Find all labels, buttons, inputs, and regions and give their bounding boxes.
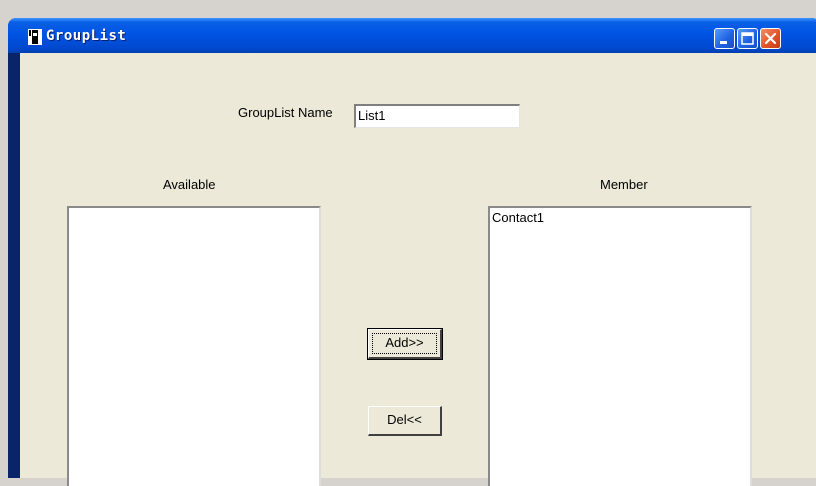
- title-bar[interactable]: GroupList: [8, 18, 816, 53]
- maximize-button[interactable]: [737, 28, 758, 49]
- grouplist-name-label: GroupList Name: [238, 105, 333, 120]
- member-label: Member: [600, 177, 648, 192]
- app-icon: [28, 29, 42, 45]
- dialog-body: GroupList Name List1 Available Member Co…: [20, 53, 816, 486]
- minimize-icon: [720, 41, 727, 44]
- available-label: Available: [163, 177, 216, 192]
- window-title: GroupList: [46, 28, 127, 44]
- grouplist-name-input[interactable]: List1: [354, 104, 520, 128]
- maximize-icon: [741, 32, 754, 45]
- list-item[interactable]: Contact1: [490, 208, 750, 227]
- available-list[interactable]: [67, 206, 321, 486]
- del-button[interactable]: Del<<: [368, 406, 442, 436]
- del-button-label: Del<<: [387, 412, 422, 427]
- member-list[interactable]: Contact1: [488, 206, 752, 486]
- add-button-label: Add>>: [385, 335, 424, 350]
- minimize-button[interactable]: [714, 28, 735, 49]
- grouplist-window: GroupList GroupList Name List1 Available…: [8, 18, 816, 486]
- add-button[interactable]: Add>>: [367, 328, 443, 360]
- close-button[interactable]: [760, 28, 781, 49]
- close-icon: [764, 32, 777, 45]
